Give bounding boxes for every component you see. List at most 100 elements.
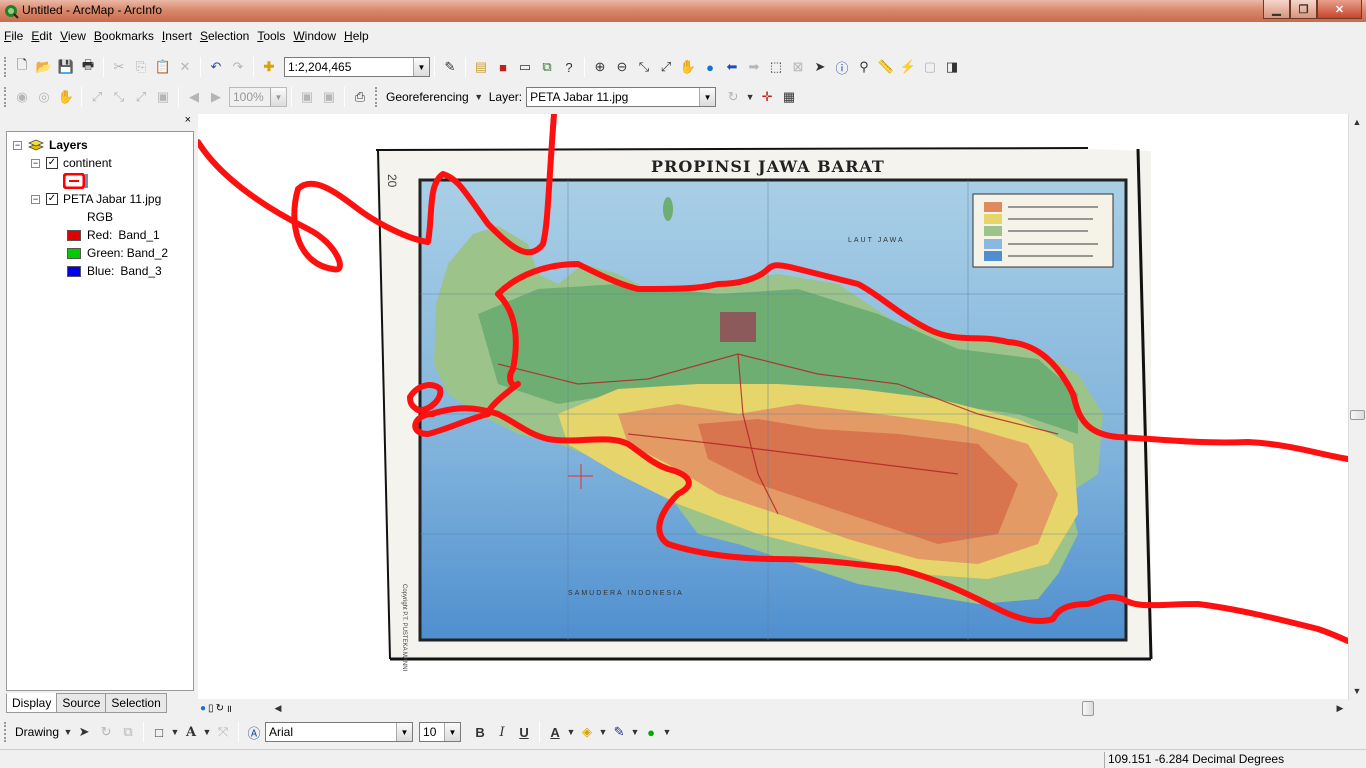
font-size-select[interactable]: 10 ▼: [419, 722, 462, 742]
clear-selection-icon[interactable]: ⊠: [787, 56, 809, 78]
toolbar-grip[interactable]: [4, 87, 8, 107]
editor-toolbar-icon[interactable]: ✎: [439, 56, 461, 78]
zoom-100-icon[interactable]: ▣: [152, 86, 174, 108]
text-tool-icon[interactable]: A: [180, 721, 202, 743]
fixed-zoom-in-icon[interactable]: ⤡: [633, 56, 655, 78]
zoom-to-selected-icon[interactable]: ⧉: [117, 721, 139, 743]
chevron-down-icon[interactable]: ▼: [566, 721, 576, 743]
new-document-icon[interactable]: 🗋: [11, 56, 33, 78]
scroll-down-arrow-icon[interactable]: ▼: [1349, 683, 1365, 699]
menu-selection[interactable]: Selection: [196, 27, 253, 47]
undo-icon[interactable]: ↶: [205, 56, 227, 78]
arctoolbox-icon[interactable]: ■: [492, 56, 514, 78]
zoom-out-icon[interactable]: ⊖: [611, 56, 633, 78]
menu-file[interactable]: File: [0, 27, 27, 47]
select-features-icon[interactable]: ⬚: [765, 56, 787, 78]
view-link-table-icon[interactable]: ▦: [778, 86, 800, 108]
copy-icon[interactable]: ⎘: [130, 56, 152, 78]
band-blue[interactable]: Blue: Band_3: [67, 264, 162, 278]
layer-visibility-checkbox[interactable]: ✓: [46, 193, 58, 205]
measure-icon[interactable]: 📏: [875, 56, 897, 78]
command-line-icon[interactable]: ▭: [514, 56, 536, 78]
back-extent-icon[interactable]: ⬅: [721, 56, 743, 78]
cut-icon[interactable]: ✂: [108, 56, 130, 78]
chevron-down-icon[interactable]: ▼: [270, 88, 286, 106]
zoom-out-fixed-icon[interactable]: ◎: [33, 86, 55, 108]
toolbar-grip[interactable]: [375, 87, 379, 107]
scroll-up-arrow-icon[interactable]: ▲: [1349, 114, 1365, 130]
zoom-in-fixed-icon[interactable]: ◉: [11, 86, 33, 108]
collapse-icon[interactable]: −: [13, 140, 22, 150]
toggle-draft-mode-icon[interactable]: ▣: [296, 86, 318, 108]
identify-icon[interactable]: ⓘ: [831, 56, 853, 78]
zoom-in-icon[interactable]: ⊕: [589, 56, 611, 78]
menu-bookmarks[interactable]: Bookmarks: [90, 27, 158, 47]
tab-selection[interactable]: Selection: [105, 693, 167, 713]
layer-select[interactable]: PETA Jabar 11.jpg ▼: [526, 87, 717, 107]
toc-layer-peta[interactable]: − ✓ PETA Jabar 11.jpg: [31, 192, 161, 206]
menu-insert[interactable]: Insert: [158, 27, 196, 47]
chevron-down-icon[interactable]: ▼: [699, 88, 716, 106]
chevron-down-icon[interactable]: ▼: [413, 58, 429, 76]
chevron-down-icon[interactable]: ▼: [598, 721, 608, 743]
tab-source[interactable]: Source: [56, 693, 107, 713]
pan-layout-icon[interactable]: ✋: [55, 86, 77, 108]
horizontal-scrollbar[interactable]: ◀ ▶: [270, 700, 1348, 717]
scroll-left-arrow-icon[interactable]: ◀: [270, 700, 286, 716]
menu-edit[interactable]: Edit: [27, 27, 56, 47]
map-scale-combo[interactable]: 1:2,204,465 ▼: [284, 57, 430, 77]
zoom-to-width-icon[interactable]: ⤡: [108, 86, 130, 108]
chevron-down-icon[interactable]: ▼: [662, 721, 672, 743]
arccatalog-icon[interactable]: ▤: [470, 56, 492, 78]
toc-layer-continent[interactable]: − ✓ continent: [31, 156, 112, 170]
fixed-zoom-out-icon[interactable]: ⤢: [655, 56, 677, 78]
layout-zoom-combo[interactable]: 100% ▼: [229, 87, 287, 107]
delete-icon[interactable]: ✕: [174, 56, 196, 78]
font-select[interactable]: Arial ▼: [265, 722, 414, 742]
band-green[interactable]: Green: Band_2: [67, 246, 168, 260]
refresh-icon[interactable]: ↻: [216, 703, 224, 714]
toolbar-grip[interactable]: [4, 57, 8, 77]
collapse-icon[interactable]: −: [31, 194, 40, 204]
data-view-globe-icon[interactable]: ●: [200, 703, 206, 714]
fill-color-bucket-icon[interactable]: ◈: [576, 721, 598, 743]
font-color-icon[interactable]: A: [544, 721, 566, 743]
save-icon[interactable]: 💾: [55, 56, 77, 78]
rectangle-tool-icon[interactable]: □: [148, 721, 170, 743]
full-extent-globe-icon[interactable]: ●: [699, 56, 721, 78]
open-folder-icon[interactable]: 📂: [33, 56, 55, 78]
italic-button[interactable]: I: [491, 721, 513, 743]
chevron-down-icon[interactable]: ▼: [170, 721, 180, 743]
vertical-scroll-thumb[interactable]: [1350, 410, 1365, 420]
layer-visibility-checkbox[interactable]: ✓: [46, 157, 58, 169]
pan-hand-icon[interactable]: ✋: [677, 56, 699, 78]
horizontal-scroll-thumb[interactable]: [1082, 701, 1094, 716]
change-layout-icon[interactable]: ⎙: [349, 86, 371, 108]
marker-color-icon[interactable]: ●: [640, 721, 662, 743]
band-red[interactable]: Red: Band_1: [67, 228, 160, 242]
minimize-button[interactable]: ▁: [1263, 0, 1290, 19]
previous-extent-icon[interactable]: ◀: [183, 86, 205, 108]
edit-vertices-icon[interactable]: ⤧: [212, 721, 234, 743]
next-extent-icon[interactable]: ▶: [205, 86, 227, 108]
pause-drawing-icon[interactable]: ॥: [226, 701, 232, 715]
maximize-button[interactable]: ❐: [1290, 0, 1317, 19]
focus-data-frame-icon[interactable]: ▣: [318, 86, 340, 108]
forward-extent-icon[interactable]: ➡: [743, 56, 765, 78]
select-elements-arrow-icon[interactable]: ➤: [809, 56, 831, 78]
chevron-down-icon[interactable]: ▼: [396, 723, 413, 741]
menu-help[interactable]: Help: [340, 27, 373, 47]
close-button[interactable]: ✕: [1317, 0, 1362, 19]
rotate-icon[interactable]: ↻: [722, 86, 744, 108]
find-binoculars-icon[interactable]: ⚲: [853, 56, 875, 78]
drawing-menu[interactable]: Drawing: [11, 725, 63, 739]
whats-this-help-icon[interactable]: ?: [558, 56, 580, 78]
redo-icon[interactable]: ↷: [227, 56, 249, 78]
menu-tools[interactable]: Tools: [253, 27, 289, 47]
chevron-down-icon[interactable]: ▼: [630, 721, 640, 743]
toolbar-grip[interactable]: [4, 722, 8, 742]
vertical-scrollbar[interactable]: ▲ ▼: [1348, 114, 1365, 700]
add-data-icon[interactable]: ✚: [258, 56, 280, 78]
html-popup-icon[interactable]: ▢: [919, 56, 941, 78]
line-color-pen-icon[interactable]: ✎: [608, 721, 630, 743]
